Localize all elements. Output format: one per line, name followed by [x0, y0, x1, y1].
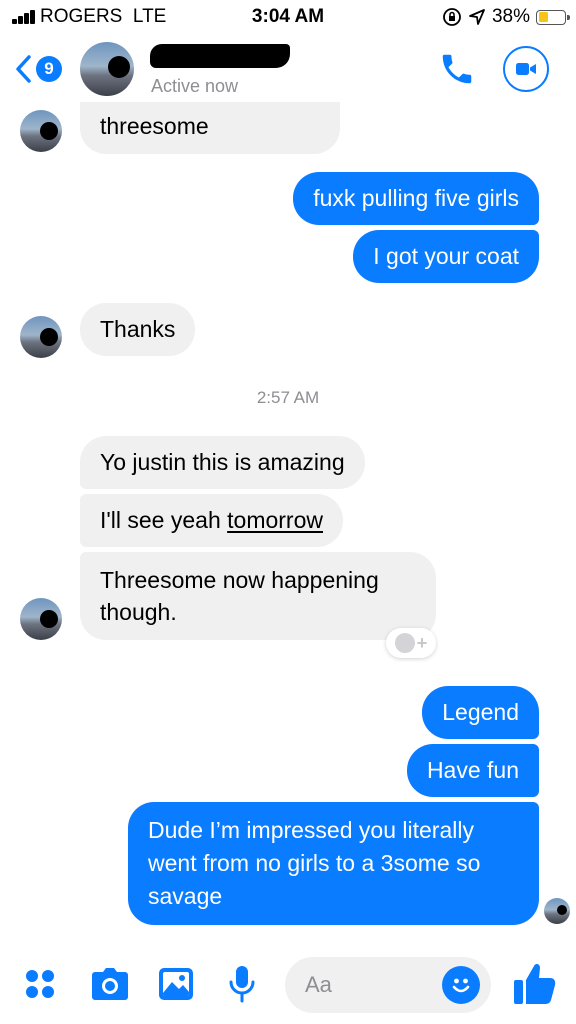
camera-icon — [92, 968, 128, 1000]
battery-percent: 38% — [491, 6, 530, 27]
voice-record-button[interactable] — [220, 962, 264, 1006]
message-bubble-outgoing[interactable]: Have fun — [406, 744, 539, 797]
status-right-group: 38% — [442, 6, 570, 28]
message-text: Have fun — [426, 757, 519, 783]
conversation-header: 9 Active now — [0, 36, 576, 102]
message-text: Threesome now happening though. — [100, 567, 379, 625]
message-timestamp: 2:57 AM — [256, 388, 320, 407]
message-bubble-outgoing[interactable]: I got your coat — [353, 230, 539, 283]
contact-name-redacted[interactable] — [150, 44, 290, 68]
location-arrow-icon — [469, 9, 485, 25]
message-bubble-outgoing[interactable]: Dude I’m impressed you literally went fr… — [128, 802, 539, 925]
message-text: I got your coat — [373, 243, 519, 269]
orientation-lock-icon — [443, 8, 461, 26]
active-status: Active now — [151, 76, 239, 96]
battery-icon — [536, 9, 570, 25]
phone-icon — [442, 54, 472, 84]
message-bubble-incoming[interactable]: Thanks — [80, 303, 196, 356]
message-composer — [0, 940, 576, 1024]
camera-button[interactable] — [88, 962, 132, 1006]
thumbs-up-icon — [514, 963, 556, 1004]
message-text: Legend — [442, 699, 519, 725]
message-text: fuxk pulling five girls — [313, 185, 519, 211]
unread-count-badge: 9 — [36, 56, 62, 82]
smiley-icon — [394, 633, 415, 653]
message-bubble-outgoing[interactable]: fuxk pulling five girls — [293, 172, 539, 225]
photo-gallery-icon — [159, 968, 193, 1000]
video-call-button[interactable] — [503, 46, 549, 92]
message-text: I'll see yeah — [100, 507, 228, 533]
message-text: threesome — [100, 113, 209, 139]
sender-avatar[interactable] — [20, 110, 62, 152]
status-bar: ROGERS LTE 3:04 AM 38% — [0, 0, 576, 36]
date-link[interactable]: tomorrow — [227, 507, 323, 533]
send-like-button[interactable] — [510, 960, 558, 1008]
sender-avatar[interactable] — [20, 316, 62, 358]
emoji-icon — [452, 978, 470, 993]
back-chevron-icon — [16, 55, 31, 83]
message-bubble-incoming[interactable]: Threesome now happening though. — [80, 552, 436, 640]
add-reaction-button[interactable]: + — [386, 628, 436, 658]
microphone-icon — [229, 966, 255, 1003]
message-bubble-outgoing[interactable]: Legend — [422, 686, 539, 739]
message-text: Thanks — [100, 316, 176, 342]
voice-call-button[interactable] — [438, 50, 476, 88]
back-button[interactable]: 9 — [14, 54, 62, 84]
message-bubble-incoming[interactable]: threesome — [80, 102, 340, 154]
sender-avatar[interactable] — [20, 598, 62, 640]
seen-receipt-avatar — [544, 898, 570, 924]
contact-avatar[interactable] — [80, 42, 134, 96]
message-text: Yo justin this is amazing — [100, 449, 345, 475]
more-apps-button[interactable] — [18, 962, 62, 1006]
emoji-button[interactable] — [442, 966, 480, 1004]
message-bubble-incoming[interactable]: Yo justin this is amazing — [80, 436, 365, 489]
video-camera-icon — [516, 63, 536, 75]
message-bubble-incoming[interactable]: I'll see yeah tomorrow — [80, 494, 343, 547]
message-text: Dude I’m impressed you literally went fr… — [148, 817, 481, 909]
apps-grid-icon — [26, 970, 54, 998]
photo-gallery-button[interactable] — [154, 962, 198, 1006]
